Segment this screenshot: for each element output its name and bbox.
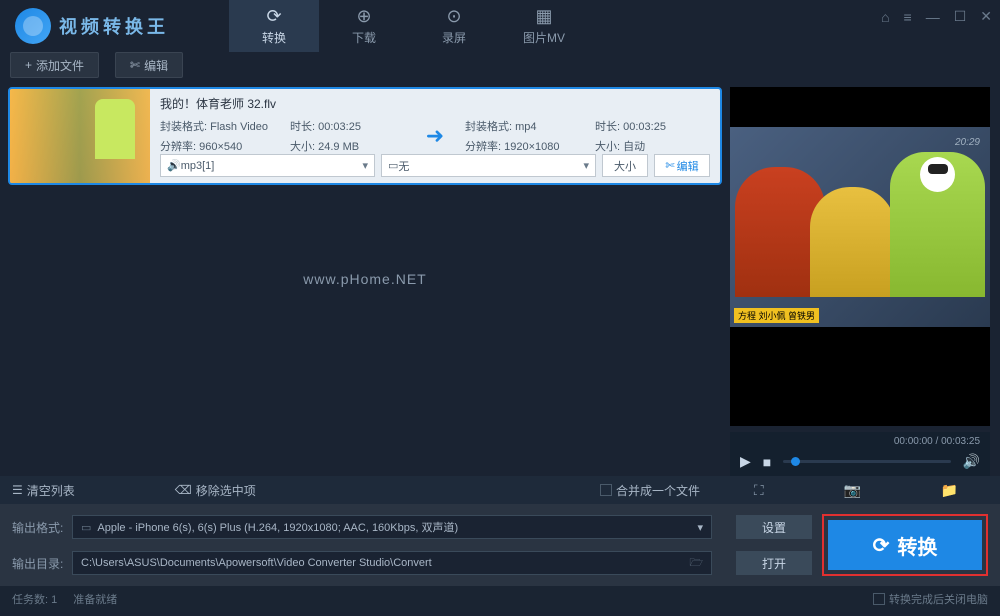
convert-icon: ⟳	[266, 6, 281, 27]
preview-tools: ⛶ 📷 📁	[712, 476, 1000, 504]
download-icon: ⊕	[356, 6, 371, 27]
chevron-down-icon: ▾	[697, 521, 703, 534]
file-title: 我的！体育老师 32.flv	[160, 95, 710, 112]
size-button[interactable]: 大小	[602, 154, 648, 177]
logo-icon	[15, 8, 51, 44]
output-dir-label: 输出目录:	[12, 555, 64, 572]
subtitle-icon: ▭	[388, 159, 398, 172]
file-item[interactable]: 我的！体育老师 32.flv 封装格式: Flash Video 分辨率: 96…	[8, 87, 722, 185]
record-icon: ⊙	[446, 6, 461, 27]
cart-icon[interactable]: ⌂	[881, 9, 889, 25]
file-info: 我的！体育老师 32.flv 封装格式: Flash Video 分辨率: 96…	[150, 89, 720, 183]
remove-icon: ⌫	[175, 483, 192, 497]
scissors-icon: ✄	[665, 159, 674, 172]
settings-button[interactable]: 设置	[736, 515, 812, 539]
preview-panel: 20:29 方程 刘小佩 曾铁男 00:00:00 / 00:03:25 ▶ ■…	[730, 82, 1000, 476]
task-count: 任务数: 1	[12, 591, 57, 607]
remove-selected-button[interactable]: ⌫移除选中项	[175, 482, 256, 499]
folder-icon[interactable]: 📁	[941, 482, 958, 499]
open-button[interactable]: 打开	[736, 551, 812, 575]
tab-record[interactable]: ⊙ 录屏	[409, 0, 499, 52]
list-icon: ☰	[12, 483, 23, 497]
checkbox-icon	[600, 484, 612, 496]
volume-button[interactable]: 🔊	[963, 453, 980, 470]
status-text: 准备就绪	[73, 591, 117, 607]
subtitle-select[interactable]: ▭无	[381, 154, 596, 177]
minimize-icon[interactable]: —	[926, 9, 940, 25]
convert-highlight: ⟳ 转换	[822, 514, 988, 576]
menu-icon[interactable]: ≡	[904, 9, 912, 25]
scissors-icon: ✄	[130, 58, 140, 72]
add-file-button[interactable]: + 添加文件	[10, 52, 99, 78]
action-bar: ☰清空列表 ⌫移除选中项 合并成一个文件	[0, 476, 712, 504]
arrow-right-icon: ➜	[426, 123, 444, 149]
main-area: 我的！体育老师 32.flv 封装格式: Flash Video 分辨率: 96…	[0, 82, 1000, 476]
merge-checkbox[interactable]: 合并成一个文件	[600, 482, 700, 499]
fullscreen-icon[interactable]: ⛶	[754, 482, 764, 499]
main-tabs: ⟳ 转换 ⊕ 下载 ⊙ 录屏 ▦ 图片MV	[229, 0, 589, 52]
file-list: 我的！体育老师 32.flv 封装格式: Flash Video 分辨率: 96…	[0, 82, 730, 476]
refresh-icon: ⟳	[873, 533, 890, 558]
player-controls: 00:00:00 / 00:03:25 ▶ ■ 🔊	[730, 432, 990, 476]
logo-text: 视频转换王	[59, 13, 169, 39]
progress-bar[interactable]	[783, 460, 950, 463]
thumbnail	[10, 89, 150, 183]
titlebar: 视频转换王 ⟳ 转换 ⊕ 下载 ⊙ 录屏 ▦ 图片MV ⌂ ≡ — ☐ ✕	[0, 0, 1000, 52]
convert-button[interactable]: ⟳ 转换	[828, 520, 982, 570]
tab-slideshow[interactable]: ▦ 图片MV	[499, 0, 589, 52]
video-timestamp: 20:29	[955, 137, 980, 148]
edit-button[interactable]: ✄ 编辑	[115, 52, 183, 78]
tab-convert[interactable]: ⟳ 转换	[229, 0, 319, 52]
time-display: 00:00:00 / 00:03:25	[740, 434, 980, 449]
window-controls: ⌂ ≡ — ☐ ✕	[881, 8, 992, 25]
item-edit-button[interactable]: ✄编辑	[654, 154, 710, 177]
slideshow-icon: ▦	[535, 6, 552, 27]
audio-select[interactable]: 🔊mp3[1]	[160, 154, 375, 177]
watermark: www.pHome.NET	[303, 271, 426, 287]
shutdown-checkbox[interactable]: 转换完成后关闭电脑	[873, 591, 988, 607]
browse-icon[interactable]: 🗁	[689, 554, 703, 573]
video-badge: 方程 刘小佩 曾铁男	[734, 308, 819, 323]
statusbar: 任务数: 1 准备就绪 转换完成后关闭电脑	[0, 586, 1000, 612]
output-format-label: 输出格式:	[12, 519, 64, 536]
output-format-select[interactable]: ▭ Apple - iPhone 6(s), 6(s) Plus (H.264,…	[72, 515, 712, 539]
toolbar: + 添加文件 ✄ 编辑	[0, 52, 1000, 82]
tab-download[interactable]: ⊕ 下载	[319, 0, 409, 52]
checkbox-icon	[873, 593, 885, 605]
output-panel: 输出格式: ▭ Apple - iPhone 6(s), 6(s) Plus (…	[0, 504, 1000, 586]
snapshot-icon[interactable]: 📷	[843, 482, 860, 499]
audio-icon: 🔊	[167, 159, 181, 172]
maximize-icon[interactable]: ☐	[954, 8, 967, 25]
stop-button[interactable]: ■	[763, 454, 771, 470]
plus-icon: +	[25, 58, 32, 72]
video-preview[interactable]: 20:29 方程 刘小佩 曾铁男	[730, 87, 990, 426]
progress-handle[interactable]	[791, 457, 800, 466]
clear-list-button[interactable]: ☰清空列表	[12, 482, 75, 499]
play-button[interactable]: ▶	[740, 453, 751, 470]
output-dir-input[interactable]: C:\Users\ASUS\Documents\Apowersoft\Video…	[72, 551, 712, 575]
logo: 视频转换王	[10, 8, 169, 44]
close-icon[interactable]: ✕	[980, 8, 992, 25]
device-icon: ▭	[81, 521, 91, 534]
